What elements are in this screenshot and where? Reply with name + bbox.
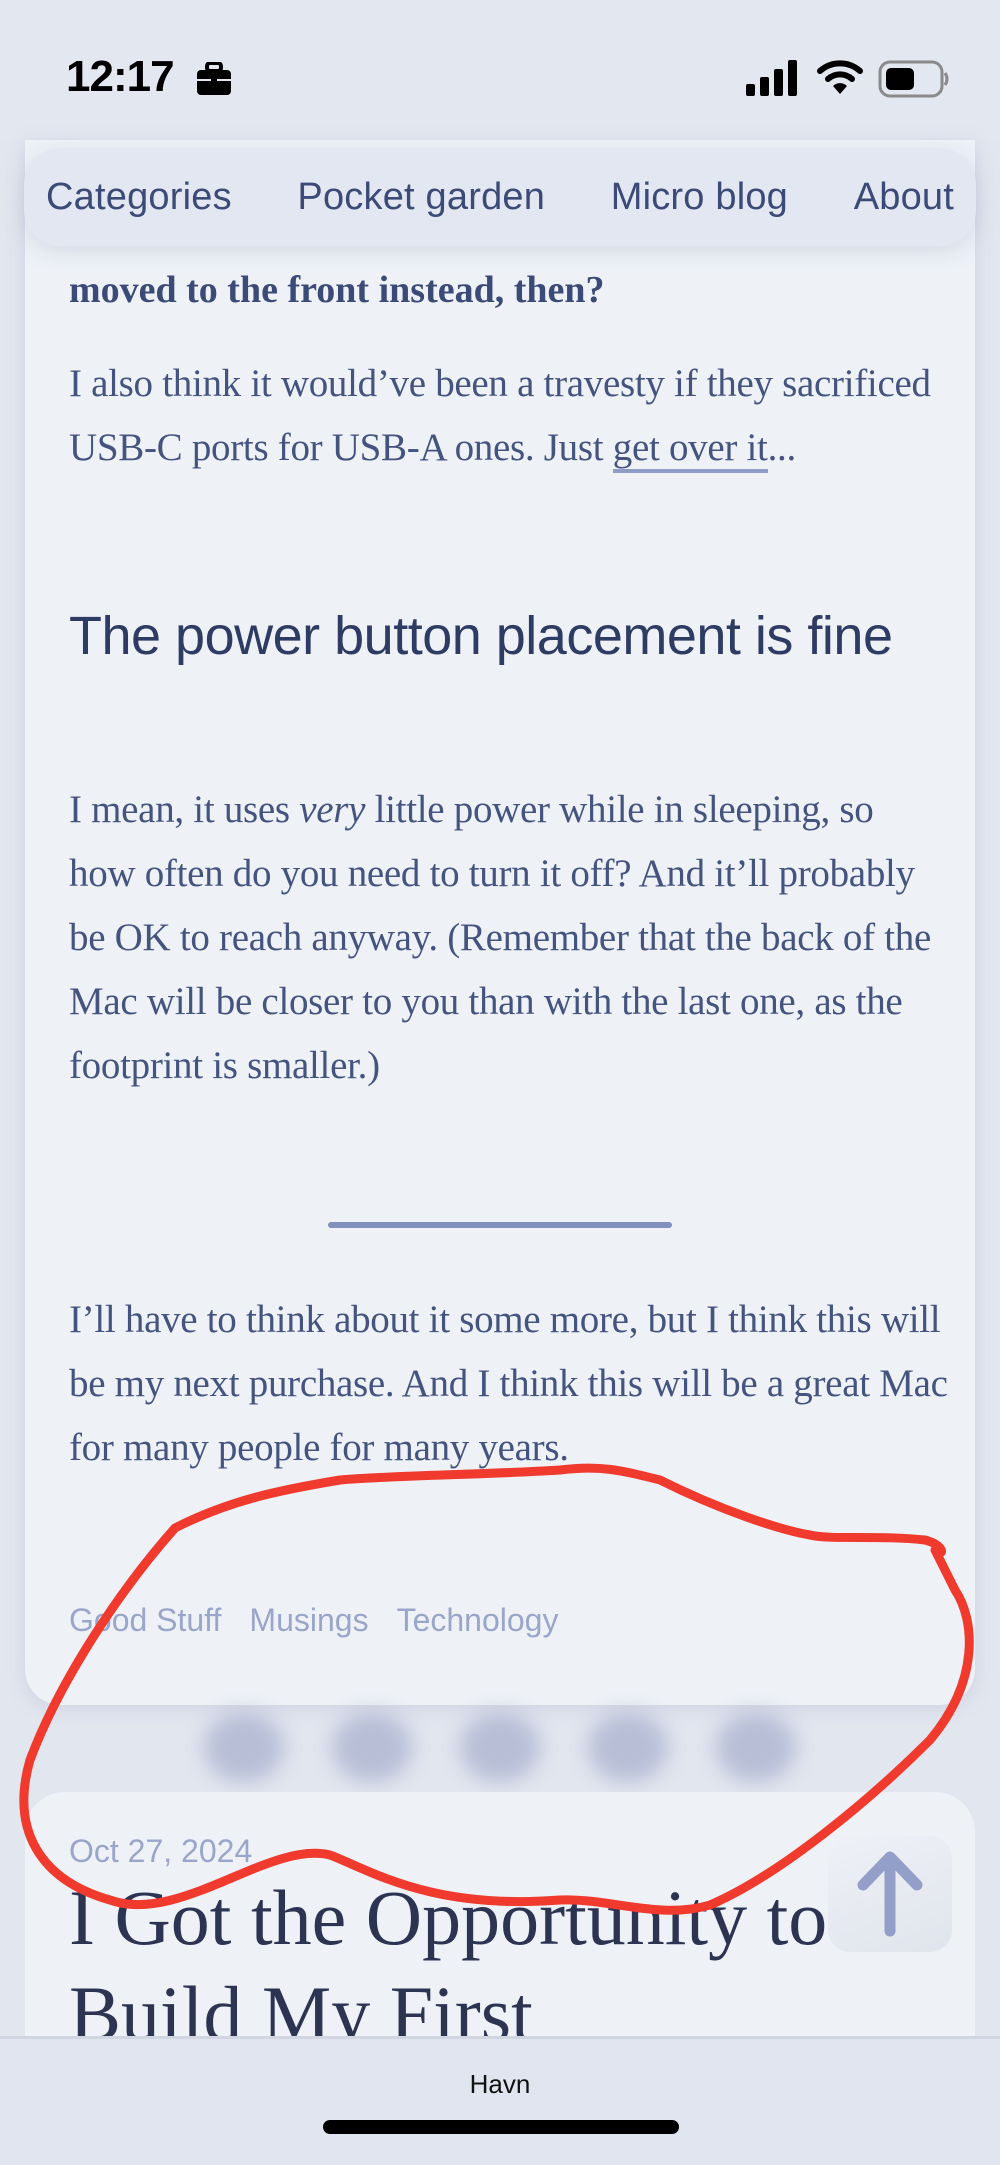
- battery-icon: [878, 60, 949, 98]
- paragraph-text: I mean, it uses: [69, 788, 300, 831]
- tag-list: Good Stuff Musings Technology: [69, 1602, 558, 1639]
- blur-dot: [204, 1712, 284, 1782]
- nav-item-categories[interactable]: Categories: [46, 176, 232, 219]
- nav-item-pocket-garden[interactable]: Pocket garden: [297, 176, 545, 219]
- blur-dot: [716, 1712, 796, 1782]
- briefcase-icon: [197, 62, 231, 95]
- blurred-separator: [180, 1702, 820, 1792]
- tag-musings[interactable]: Musings: [249, 1602, 368, 1639]
- arrow-up-icon: [857, 1851, 923, 1937]
- blur-dot: [460, 1712, 540, 1782]
- paragraph-conclusion: I’ll have to think about it some more, b…: [69, 1298, 948, 1469]
- get-over-it-link[interactable]: get over it: [612, 426, 768, 473]
- paragraph-text: little power while in sleeping, so how o…: [69, 788, 931, 1087]
- paragraph-text: ...: [767, 426, 797, 469]
- blur-dot: [332, 1712, 412, 1782]
- paragraph-usb: I also think it would’ve been a travesty…: [69, 352, 949, 480]
- status-time: 12:17: [66, 52, 175, 101]
- blur-dot: [588, 1712, 668, 1782]
- tag-technology[interactable]: Technology: [397, 1602, 559, 1639]
- partial-question-heading: moved to the front instead, then?: [69, 269, 605, 311]
- home-indicator[interactable]: [323, 2120, 679, 2134]
- status-bar: 12:17: [0, 0, 1000, 140]
- nav-item-about[interactable]: About: [854, 176, 954, 219]
- nav-item-micro-blog[interactable]: Micro blog: [611, 176, 788, 219]
- browser-bottom-bar: Havn: [0, 2036, 1000, 2165]
- tag-good-stuff[interactable]: Good Stuff: [69, 1602, 221, 1639]
- emphasis-text: very: [299, 788, 366, 831]
- paragraph-text: I also think it would’ve been a travesty…: [69, 362, 931, 469]
- site-label[interactable]: Havn: [0, 2069, 1000, 2100]
- wifi-icon: [817, 60, 863, 94]
- next-post-title[interactable]: I Got the Opportunity to Build My First: [69, 1870, 869, 2062]
- section-heading-power-button: The power button placement is fine: [69, 606, 893, 666]
- scroll-to-top-button[interactable]: [828, 1836, 952, 1952]
- section-divider: [328, 1222, 672, 1228]
- next-post-date: Oct 27, 2024: [69, 1833, 253, 1869]
- paragraph-power-button: I mean, it uses very little power while …: [69, 778, 949, 1098]
- top-navigation: Categories Pocket garden Micro blog Abou…: [24, 148, 976, 246]
- cellular-signal-icon: [746, 60, 797, 96]
